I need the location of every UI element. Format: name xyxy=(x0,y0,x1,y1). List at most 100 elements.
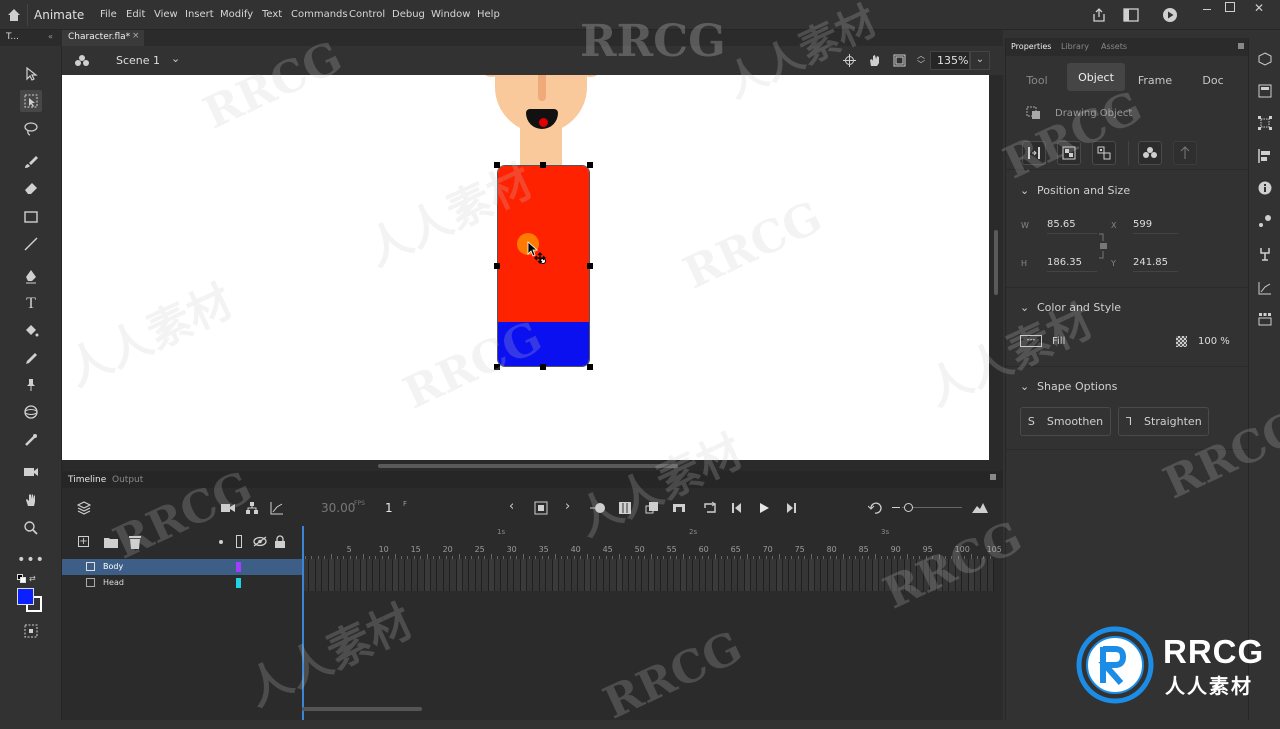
workspace-icon[interactable] xyxy=(1123,8,1139,22)
components-icon[interactable] xyxy=(1258,247,1272,264)
selection-tool-icon[interactable] xyxy=(20,63,42,85)
brush-tool-icon[interactable] xyxy=(20,151,42,173)
pin-tool-icon[interactable] xyxy=(20,374,42,396)
close-window-icon[interactable]: ✕ xyxy=(1254,1,1264,15)
highlight-layers-icon[interactable] xyxy=(219,540,223,544)
scene-name[interactable]: Scene 1 xyxy=(116,54,160,67)
menu-edit[interactable]: Edit xyxy=(126,9,145,20)
camera-icon[interactable] xyxy=(220,500,236,516)
collapse-icon[interactable]: « xyxy=(48,32,53,41)
keyframe-icon[interactable] xyxy=(533,500,549,516)
section-chevron-icon[interactable]: ⌄ xyxy=(1020,301,1029,314)
straighten-button[interactable]: ᒣ Straighten xyxy=(1118,407,1209,436)
3d-rotation-icon[interactable] xyxy=(20,401,42,423)
delete-layer-icon[interactable] xyxy=(129,535,141,552)
layers-icon[interactable] xyxy=(76,500,92,516)
symbol-icon[interactable] xyxy=(74,53,90,72)
menu-help[interactable]: Help xyxy=(477,9,500,20)
assets-cube-icon[interactable] xyxy=(1258,52,1272,69)
motion-presets-icon[interactable] xyxy=(1258,214,1272,231)
frame-grid[interactable] xyxy=(303,559,995,591)
minimize-icon[interactable] xyxy=(1203,3,1215,13)
rotate-stage-icon[interactable] xyxy=(867,53,882,71)
home-icon[interactable] xyxy=(6,7,22,23)
current-frame[interactable]: 1 xyxy=(385,501,393,515)
classic-tween-icon[interactable] xyxy=(617,500,633,516)
zoom-in-mountains-icon[interactable] xyxy=(972,500,988,516)
subtab-frame[interactable]: Frame xyxy=(1126,67,1184,93)
stage-vertical-scrollbar[interactable] xyxy=(989,75,1003,460)
frame-cell[interactable] xyxy=(987,575,995,591)
x-field[interactable]: 599 xyxy=(1133,219,1178,234)
menu-file[interactable]: File xyxy=(100,9,117,20)
restore-icon[interactable] xyxy=(1225,2,1235,12)
swap-colors-icon[interactable]: ⇄ xyxy=(29,574,36,583)
transform-icon[interactable] xyxy=(1258,116,1272,133)
menu-commands[interactable]: Commands xyxy=(291,9,348,20)
menu-view[interactable]: View xyxy=(154,9,178,20)
new-layer-icon[interactable]: + xyxy=(78,536,89,547)
stage[interactable] xyxy=(62,75,989,460)
play-icon[interactable] xyxy=(756,500,772,516)
loop-icon[interactable] xyxy=(702,500,718,516)
ungroup-icon[interactable] xyxy=(1092,141,1116,165)
text-tool-icon[interactable]: T xyxy=(20,293,42,315)
next-keyframe-icon[interactable]: › xyxy=(565,499,570,514)
group-icon[interactable] xyxy=(1057,141,1081,165)
shape-tween-icon[interactable] xyxy=(644,500,660,516)
motion-editor-icon[interactable] xyxy=(1258,281,1272,298)
tab-timeline[interactable]: Timeline xyxy=(68,475,106,485)
convert-to-symbol-icon[interactable] xyxy=(1138,141,1162,165)
lock-layers-icon[interactable] xyxy=(274,535,286,551)
section-chevron-icon[interactable]: ⌄ xyxy=(1020,380,1029,393)
menu-control[interactable]: Control xyxy=(349,9,385,20)
share-icon[interactable] xyxy=(1091,7,1107,23)
menu-text[interactable]: Text xyxy=(262,9,282,20)
timeline-zoom-thumb[interactable] xyxy=(904,503,913,512)
layer-name[interactable]: Body xyxy=(103,562,123,571)
new-folder-icon[interactable] xyxy=(104,536,118,551)
y-field[interactable]: 241.85 xyxy=(1133,257,1178,272)
menu-debug[interactable]: Debug xyxy=(392,9,425,20)
tab-assets[interactable]: Assets xyxy=(1101,42,1127,51)
tab-close-icon[interactable]: × xyxy=(132,31,140,41)
default-colors-icon[interactable] xyxy=(17,574,27,584)
rectangle-tool-icon[interactable] xyxy=(20,206,42,228)
menu-insert[interactable]: Insert xyxy=(185,9,214,20)
parenting-icon[interactable] xyxy=(244,500,260,516)
pen-tool-icon[interactable] xyxy=(20,266,42,288)
playhead[interactable] xyxy=(302,526,304,720)
align-icon[interactable] xyxy=(1258,149,1272,166)
lasso-tool-icon[interactable] xyxy=(20,118,42,140)
layer-name[interactable]: Head xyxy=(103,578,124,587)
zoom-stepper-icon[interactable]: ︿ ﹀ xyxy=(917,51,925,69)
graph-icon[interactable] xyxy=(269,500,285,516)
panel-menu-icon[interactable] xyxy=(990,474,996,480)
fill-color-chip[interactable]: --- xyxy=(1020,335,1042,347)
zoom-input[interactable]: 135% xyxy=(930,51,970,70)
hand-tool-icon[interactable] xyxy=(20,489,42,511)
swatches-icon[interactable] xyxy=(1258,312,1272,329)
timeline-hscroll[interactable] xyxy=(302,707,422,711)
prev-keyframe-icon[interactable]: ‹ xyxy=(509,499,514,514)
menu-modify[interactable]: Modify xyxy=(220,9,253,20)
fill-opacity[interactable]: 100 % xyxy=(1198,336,1230,347)
motion-tween-icon[interactable] xyxy=(590,500,606,516)
tab-library[interactable]: Library xyxy=(1061,42,1089,51)
insert-frame-icon[interactable] xyxy=(671,500,687,516)
paint-bucket-icon[interactable] xyxy=(20,320,42,342)
subselection-tool-icon[interactable] xyxy=(20,90,42,112)
hide-layers-icon[interactable] xyxy=(253,536,267,550)
stage-horizontal-scrollbar[interactable] xyxy=(62,460,1003,471)
layer-color-swatch[interactable] xyxy=(236,562,241,572)
document-tab[interactable]: Character.fla* × xyxy=(62,30,144,46)
smoothen-button[interactable]: S Smoothen xyxy=(1020,407,1111,436)
layer-color-swatch[interactable] xyxy=(236,578,241,588)
step-forward-icon[interactable] xyxy=(783,500,799,516)
create-tween-icon[interactable] xyxy=(1173,141,1197,165)
reset-zoom-icon[interactable] xyxy=(867,500,883,516)
fps-value[interactable]: 30.00 xyxy=(321,501,355,515)
tab-output[interactable]: Output xyxy=(112,475,143,485)
break-apart-icon[interactable] xyxy=(1022,141,1046,165)
section-chevron-icon[interactable]: ⌄ xyxy=(1020,184,1029,197)
